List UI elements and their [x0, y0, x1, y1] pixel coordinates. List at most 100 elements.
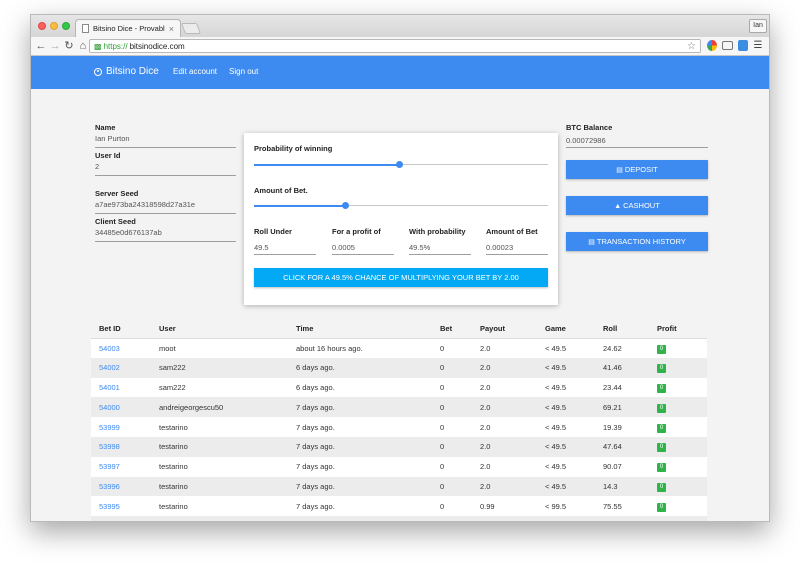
user-cell: testarino: [151, 476, 288, 497]
edit-account-link[interactable]: Edit account: [173, 67, 217, 76]
profit-cell: 0: [649, 456, 707, 477]
cashout-button[interactable]: ▲ CASHOUT: [566, 196, 708, 215]
deposit-label: DEPOSIT: [624, 165, 658, 174]
bet-id-link[interactable]: 53996: [99, 482, 120, 491]
amount-slider[interactable]: [254, 201, 548, 211]
roll-cell-text: 69.21: [603, 402, 622, 412]
amount-of-bet-field: Amount of Bet 0.00023: [486, 227, 548, 255]
bet-card: Probability of winning Amount of Bet. Ro…: [244, 133, 558, 305]
maximize-window-icon[interactable]: [62, 22, 70, 30]
bet-id-link[interactable]: 53998: [99, 442, 120, 451]
star-icon[interactable]: ☆: [687, 40, 696, 53]
btc-balance-value: 0.00072986: [566, 133, 708, 148]
extension-icon[interactable]: [738, 40, 748, 51]
roll-cell: 90.07: [595, 456, 649, 477]
cast-icon[interactable]: [722, 41, 733, 50]
time-cell-text: 7 days ago.: [296, 462, 335, 472]
roll-cell-text: 47.64: [603, 442, 622, 452]
roll-under-input[interactable]: 49.5: [254, 242, 316, 255]
game-cell: < 49.5: [537, 417, 595, 437]
profit-cell: 0: [649, 516, 707, 521]
user-cell: testarino: [151, 436, 288, 457]
roll-cell: 47.64: [595, 436, 649, 457]
profit-badge: 0: [657, 443, 666, 453]
menu-icon[interactable]: ☰: [753, 40, 763, 51]
table-row: 53995 testarino 7 days ago. 0 0.99 < 99.5 75.5…: [91, 496, 707, 517]
bet-id-link[interactable]: 54002: [99, 363, 120, 372]
roll-cell-text: 75.55: [603, 501, 622, 511]
address-bar[interactable]: ▩ https://bitsinodice.com ☆: [89, 39, 701, 53]
deposit-icon: ▤: [616, 167, 623, 174]
with-probability-input[interactable]: 49.5%: [409, 242, 471, 255]
server-seed-label: Server Seed: [95, 189, 139, 198]
col-time: Time: [288, 319, 432, 339]
roll-cell-text: 41.46: [603, 363, 622, 373]
profit-cell: 0: [649, 436, 707, 457]
transaction-history-button[interactable]: ▤ TRANSACTION HISTORY: [566, 232, 708, 251]
bet-cell: 0: [432, 476, 472, 497]
profit-input[interactable]: 0.0005: [332, 242, 394, 255]
bet-id-link[interactable]: 54001: [99, 383, 120, 392]
probability-slider-thumb[interactable]: [396, 161, 404, 168]
profile-button[interactable]: Ian: [749, 19, 767, 33]
game-cell-text: < 49.5: [545, 363, 567, 373]
game-cell: < 49.5: [537, 338, 595, 358]
amount-slider-thumb[interactable]: [341, 202, 349, 209]
user-id-block: User Id 2: [95, 150, 236, 176]
user-info: Name Ian Purton User Id 2 Server Seed a7…: [95, 122, 236, 244]
forward-arrow-icon[interactable]: →: [49, 39, 61, 53]
server-seed-value: a7ae973ba24318598d27a31e: [95, 200, 196, 209]
name-value: Ian Purton: [95, 134, 130, 143]
profit-badge: 0: [657, 344, 666, 354]
tab-close-icon[interactable]: ×: [169, 24, 174, 34]
balance-panel: BTC Balance 0.00072986 ▤ DEPOSIT ▲ CASHOUT…: [566, 122, 708, 251]
bet-cell-text: 0: [440, 422, 445, 432]
table-row: 53996 testarino 7 days ago. 0 2.0 < 49.5 14.3 0: [91, 476, 707, 497]
color-extension-icon[interactable]: [707, 40, 717, 51]
table-row: 54001 sam222 6 days ago. 0 2.0 < 49.5 23.44 0: [91, 377, 707, 398]
sign-out-link[interactable]: Sign out: [229, 67, 258, 76]
payout-cell-text: 2.0: [480, 422, 491, 432]
close-window-icon[interactable]: [38, 22, 46, 30]
bet-id-link[interactable]: 53999: [99, 423, 120, 432]
payout-cell: 2.0: [472, 338, 537, 358]
user-cell: testarino: [151, 496, 288, 517]
brand-link[interactable]: Bitsino Dice: [94, 66, 159, 77]
minimize-window-icon[interactable]: [50, 22, 58, 30]
profit-badge: 0: [657, 403, 666, 413]
game-cell-text: < 49.5: [545, 422, 567, 432]
bet-id-link[interactable]: 53997: [99, 462, 120, 471]
user-cell: testarino: [151, 417, 288, 437]
game-cell: < 49.5: [537, 377, 595, 398]
table-row: 53998 testarino 7 days ago. 0 2.0 < 49.5 47.64…: [91, 436, 707, 457]
bet-id-link[interactable]: 53995: [99, 502, 120, 511]
col-user: User: [151, 319, 288, 339]
back-arrow-icon[interactable]: ←: [35, 39, 47, 53]
payout-cell-text: 2.0: [480, 462, 491, 472]
roll-button[interactable]: CLICK FOR A 49.5% CHANCE OF MULTIPLYING …: [254, 268, 548, 287]
new-tab-button[interactable]: [180, 23, 202, 34]
bet-id-link: 53996: [91, 476, 151, 497]
bet-id-link[interactable]: 54000: [99, 403, 120, 412]
bet-cell: 0: [432, 357, 472, 378]
time-cell: 7 days ago.: [288, 496, 432, 517]
roll-cell: 14.3: [595, 476, 649, 497]
deposit-button[interactable]: ▤ DEPOSIT: [566, 160, 708, 179]
browser-tab[interactable]: Bitsino Dice - Provably fair ×: [75, 19, 181, 37]
with-probability-field: With probability 49.5%: [409, 227, 471, 255]
roll-under-label: Roll Under: [254, 227, 292, 236]
bet-id-link: 54001: [91, 377, 151, 398]
amount-of-bet-input[interactable]: 0.00023: [486, 242, 548, 255]
bet-id-link[interactable]: 54003: [99, 344, 120, 353]
time-cell-text: 6 days ago.: [296, 382, 335, 392]
time-cell: 7 days ago.: [288, 397, 432, 418]
user-cell-text: sam222: [159, 363, 186, 373]
profit-cell: 0: [649, 417, 707, 437]
user-cell: testarino: [151, 456, 288, 477]
home-icon[interactable]: ⌂: [77, 39, 89, 53]
probability-slider[interactable]: [254, 160, 548, 170]
reload-icon[interactable]: ↻: [63, 39, 75, 53]
roll-cell: 19.39: [595, 417, 649, 437]
bet-id-link: 54002: [91, 357, 151, 378]
bet-id-link: 54003: [91, 338, 151, 358]
